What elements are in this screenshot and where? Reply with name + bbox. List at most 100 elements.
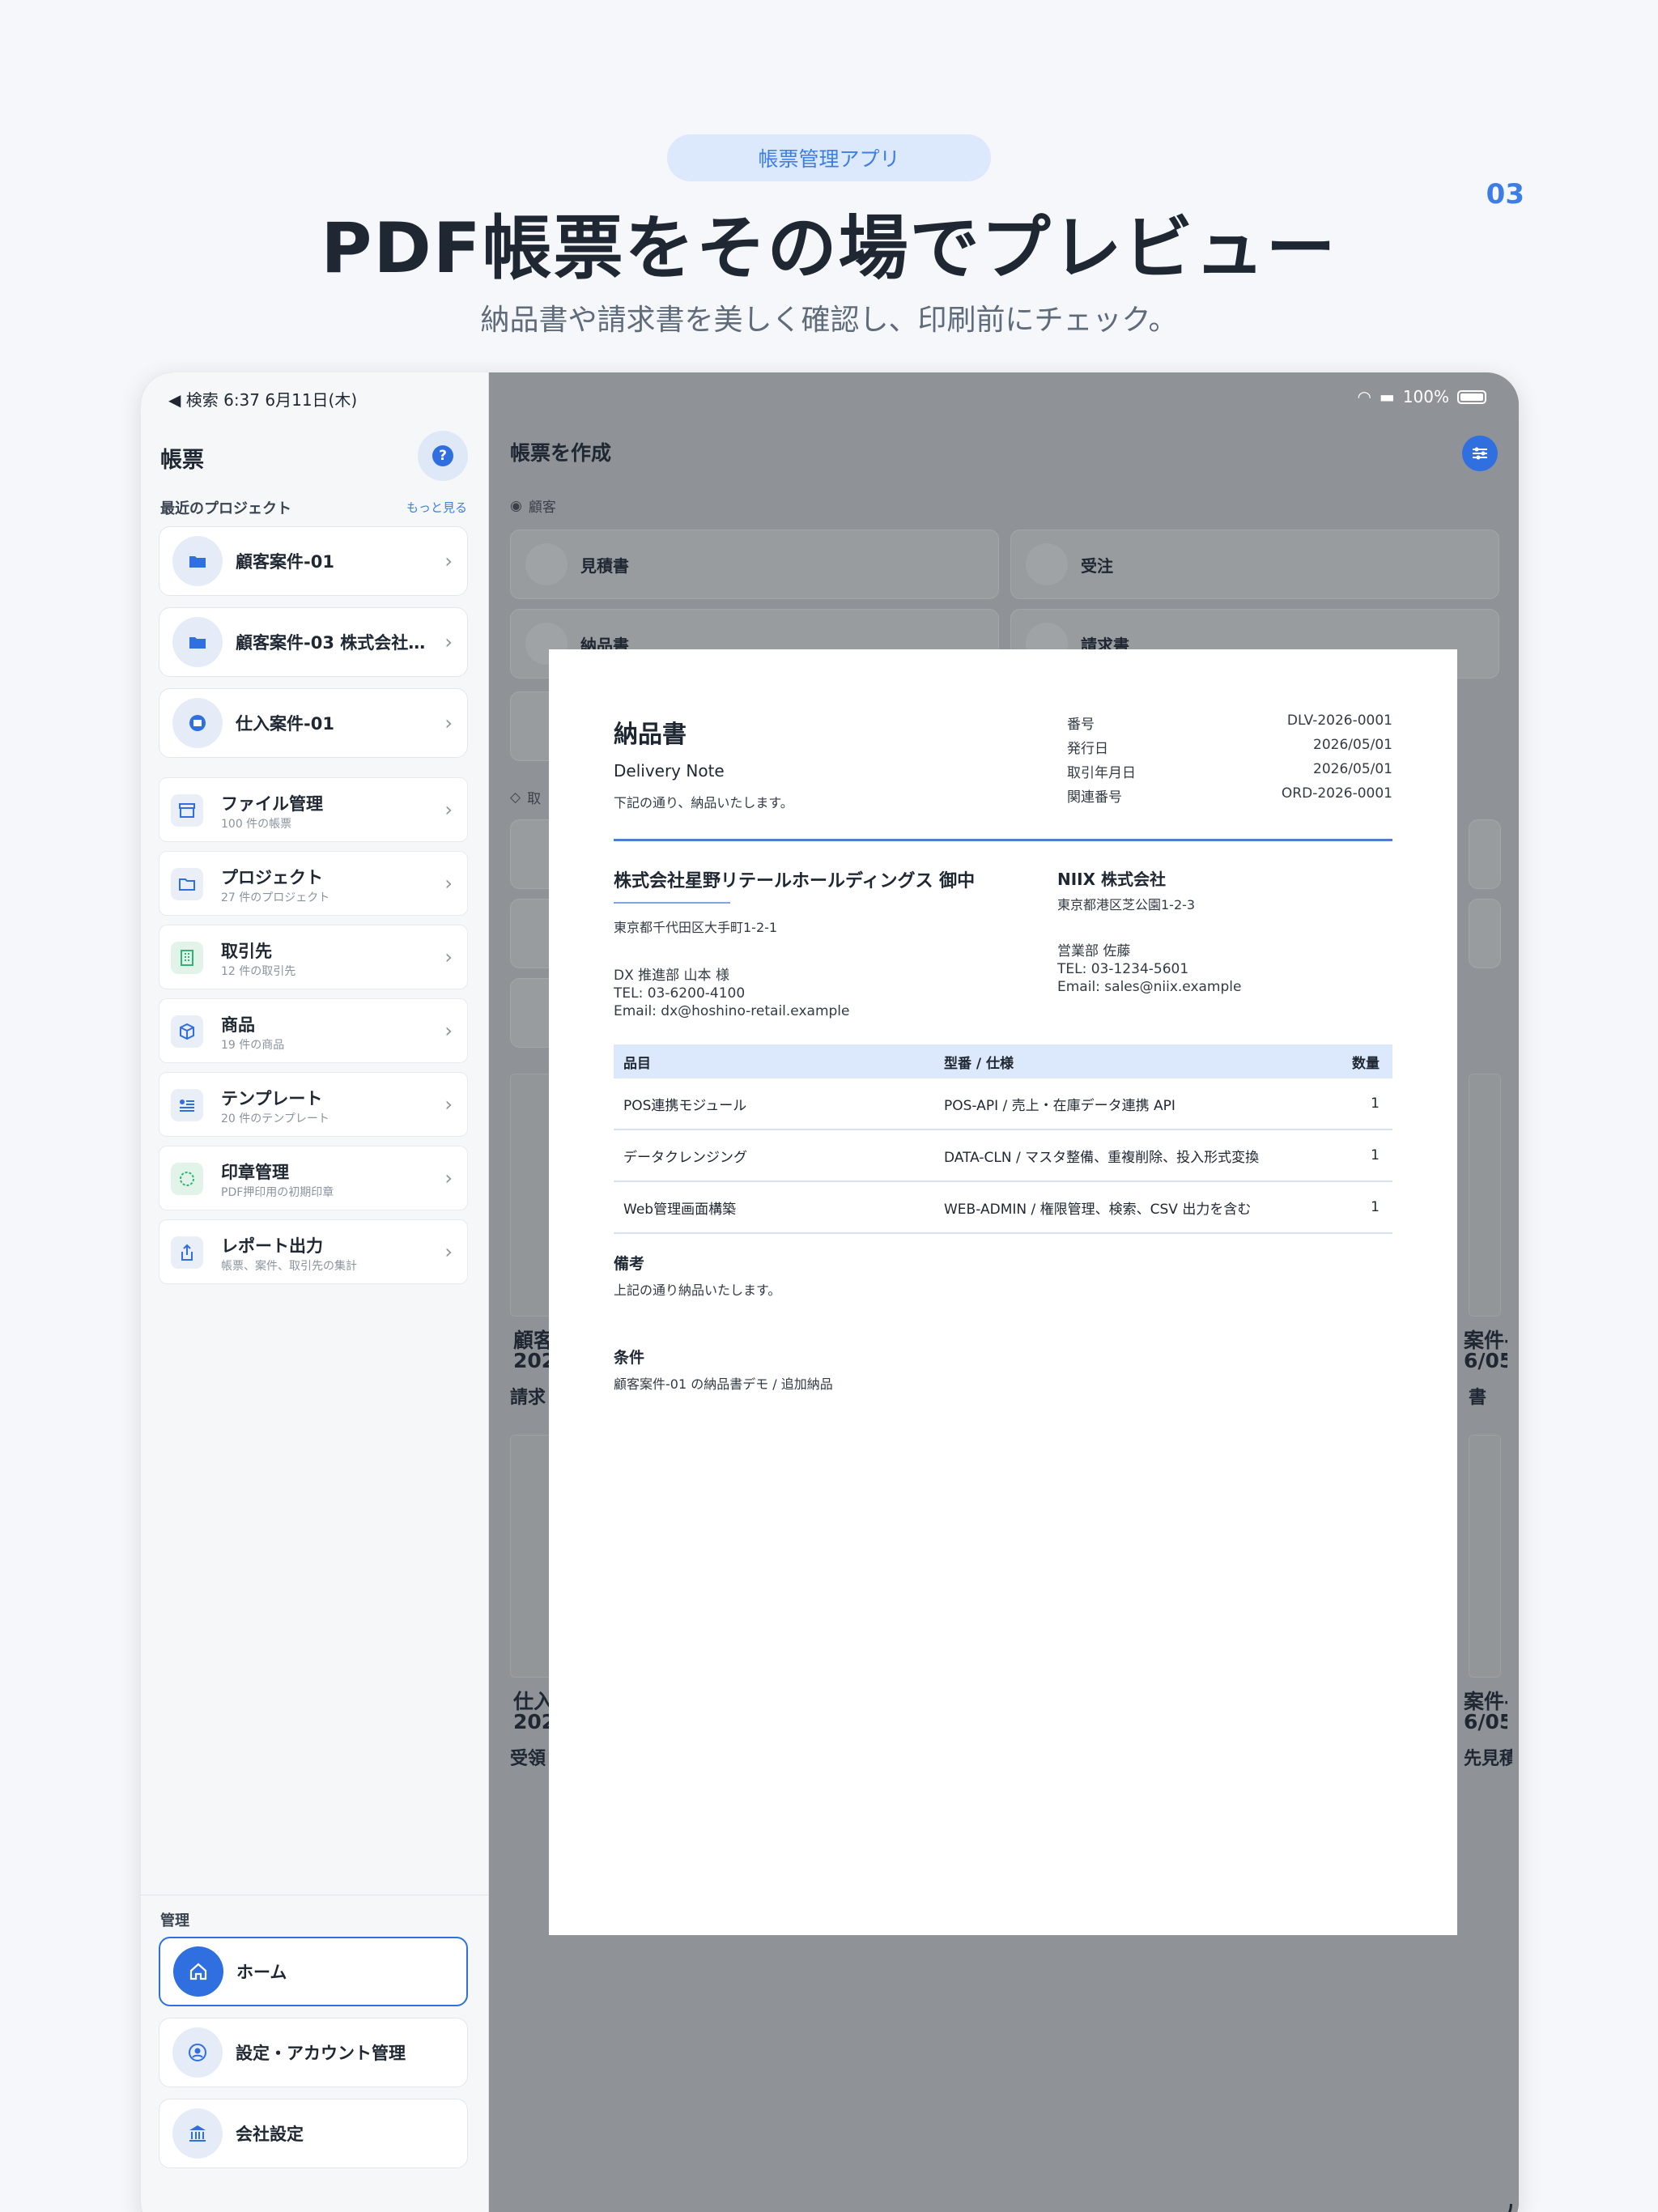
issuer-address: 東京都港区芝公園1-2-3	[1057, 897, 1196, 912]
building-icon	[171, 942, 203, 974]
meta-value: DLV-2026-0001	[1286, 713, 1392, 729]
issuer-contact-line: 営業部 佐藤	[1057, 943, 1131, 959]
table-cell: 1	[1371, 1095, 1380, 1112]
table-cell: データクレンジング	[623, 1149, 747, 1166]
conditions-heading: 条件	[614, 1349, 645, 1367]
resource-item-files[interactable]: ファイル管理 100 件の帳票 ›	[159, 777, 468, 842]
meta-row: 発行日 2026/05/01	[1067, 737, 1392, 761]
table-header: 品目 型番 / 仕様 数量	[614, 1044, 1392, 1078]
meta-label: 取引年月日	[1067, 765, 1136, 781]
tray-icon	[172, 698, 223, 748]
pdf-subtitle: Delivery Note	[614, 761, 725, 781]
sidebar-title: 帳票	[160, 448, 204, 473]
table-cell: WEB-ADMIN / 権限管理、検索、CSV 出力を含む	[944, 1201, 1252, 1218]
customer-address: 東京都千代田区大手町1-2-1	[614, 920, 778, 935]
chevron-right-icon: ›	[444, 1019, 453, 1042]
section-customer-label: 顧客	[528, 500, 556, 516]
wifi-icon: ◠	[1357, 387, 1371, 406]
customer-contact: DX 推進部 山本 様 TEL: 03-6200-4100 Email: dx@…	[614, 967, 849, 1020]
status-bar-left: ◀ 検索 6:37 6月11日(木)	[168, 390, 358, 410]
admin-label: 管理	[160, 1912, 189, 1929]
resource-item-projects[interactable]: プロジェクト 27 件のプロジェクト ›	[159, 851, 468, 916]
resource-subtitle: PDF押印用の初期印章	[221, 1186, 334, 1199]
chevron-right-icon: ›	[444, 550, 453, 572]
document-thumbnail[interactable]	[1469, 1074, 1501, 1317]
resource-subtitle: 27 件のプロジェクト	[221, 891, 330, 904]
header-cell: 型番 / 仕様	[944, 1055, 1014, 1072]
car-icon: ▬	[1379, 387, 1395, 406]
resource-subtitle: 100 件の帳票	[221, 818, 292, 831]
main-title: 帳票を作成	[510, 441, 612, 465]
subline: 納品書や請求書を美しく確認し、印刷前にチェック。	[480, 304, 1178, 337]
meta-row: 番号 DLV-2026-0001	[1067, 713, 1392, 737]
notes-text: 上記の通り納品いたします。	[614, 1283, 781, 1298]
meta-value: 2026/05/01	[1313, 737, 1392, 753]
admin-item-home[interactable]: ホーム	[159, 1937, 468, 2006]
issuer-name: NIIX 株式会社	[1057, 870, 1167, 889]
resource-item-products[interactable]: 商品 19 件の商品 ›	[159, 998, 468, 1063]
box-outline-icon: ◇	[510, 789, 521, 806]
resource-title: 取引先	[221, 942, 272, 961]
resource-title: レポート出力	[221, 1236, 323, 1256]
folder-icon	[172, 536, 223, 586]
admin-item-company[interactable]: 会社設定	[159, 2099, 468, 2168]
thumbnail-caption: 6/05	[1464, 1349, 1507, 1372]
issuer-contact-line: TEL: 03-1234-5601	[1057, 961, 1189, 977]
resource-item-partners[interactable]: 取引先 12 件の取引先 ›	[159, 925, 468, 989]
admin-item-label: ホーム	[236, 1963, 287, 1982]
resource-title: プロジェクト	[221, 868, 323, 887]
recent-project-item[interactable]: 顧客案件-01 ›	[159, 526, 468, 596]
doc-type-card-hidden[interactable]	[1469, 819, 1501, 889]
resource-item-seals[interactable]: 印章管理 PDF押印用の初期印章 ›	[159, 1146, 468, 1210]
person-circle-icon: ◉	[510, 497, 522, 514]
admin-item-label: 設定・アカウント管理	[236, 2044, 406, 2063]
chevron-right-icon: ›	[444, 631, 453, 653]
help-button[interactable]: ?	[418, 431, 468, 481]
resource-item-templates[interactable]: テンプレート 20 件のテンプレート ›	[159, 1072, 468, 1137]
chevron-right-icon: ›	[444, 946, 453, 968]
customer-contact-line: DX 推進部 山本 様	[614, 968, 729, 984]
recent-projects-label: 最近のプロジェクト	[160, 500, 291, 517]
resource-item-reports[interactable]: レポート出力 帳票、案件、取引先の集計 ›	[159, 1219, 468, 1284]
filter-button[interactable]	[1462, 436, 1498, 471]
recent-project-item[interactable]: 顧客案件-03 株式会社星野リテール ›	[159, 607, 468, 677]
header-cell: 品目	[623, 1055, 651, 1072]
meta-row: 関連番号 ORD-2026-0001	[1067, 785, 1392, 810]
resource-title: 印章管理	[221, 1163, 289, 1182]
admin-item-settings[interactable]: 設定・アカウント管理	[159, 2018, 468, 2087]
chevron-right-icon: ›	[444, 798, 453, 821]
headline: PDF帳票をその場でプレビュー	[321, 208, 1337, 289]
resource-subtitle: 20 件のテンプレート	[221, 1112, 329, 1125]
share-export-icon	[171, 1236, 203, 1269]
table-cell: 1	[1371, 1199, 1380, 1215]
sidebar: ◀ 検索 6:37 6月11日(木) 帳票 ? 最近のプロジェクト もっと見る …	[141, 372, 489, 2212]
recent-project-item[interactable]: 仕入案件-01 ›	[159, 688, 468, 758]
chevron-right-icon: ›	[444, 1167, 453, 1189]
meta-value: 2026/05/01	[1313, 761, 1392, 777]
chevron-right-icon: ›	[444, 712, 453, 734]
customer-contact-line: TEL: 03-6200-4100	[614, 985, 746, 1002]
meta-label: 関連番号	[1067, 789, 1122, 806]
document-thumbnail[interactable]	[1469, 1435, 1501, 1678]
bank-icon	[172, 2108, 223, 2159]
folder-icon	[172, 617, 223, 667]
doc-type-quote[interactable]: 見積書	[510, 530, 999, 599]
app-category-pill: 帳票管理アプリ	[667, 134, 991, 181]
more-link[interactable]: もっと見る	[406, 499, 467, 516]
package-icon	[171, 1015, 203, 1048]
doc-type-label: 見積書	[580, 555, 629, 576]
pdf-title: 納品書	[614, 721, 687, 749]
doc-type-order[interactable]: 受注	[1010, 530, 1499, 599]
table-cell: POS連携モジュール	[623, 1097, 747, 1114]
recent-project-label: 顧客案件-03 株式会社星野リテール	[236, 633, 430, 653]
thumbnail-caption: 6/05	[1464, 1710, 1507, 1733]
resource-title: 商品	[221, 1015, 255, 1035]
thumbnail-caption: 書	[1469, 1388, 1487, 1408]
meta-value: ORD-2026-0001	[1281, 785, 1392, 802]
doc-type-card-hidden[interactable]	[1469, 899, 1501, 968]
section-customer: ◉ 顧客	[510, 496, 556, 517]
resize-corner-icon[interactable]	[1488, 2204, 1512, 2212]
table-cell: DATA-CLN / マスタ整備、重複削除、投入形式変換	[944, 1149, 1260, 1166]
table-row: データクレンジング DATA-CLN / マスタ整備、重複削除、投入形式変換 1	[614, 1130, 1392, 1182]
recent-project-label: 仕入案件-01	[236, 714, 334, 734]
